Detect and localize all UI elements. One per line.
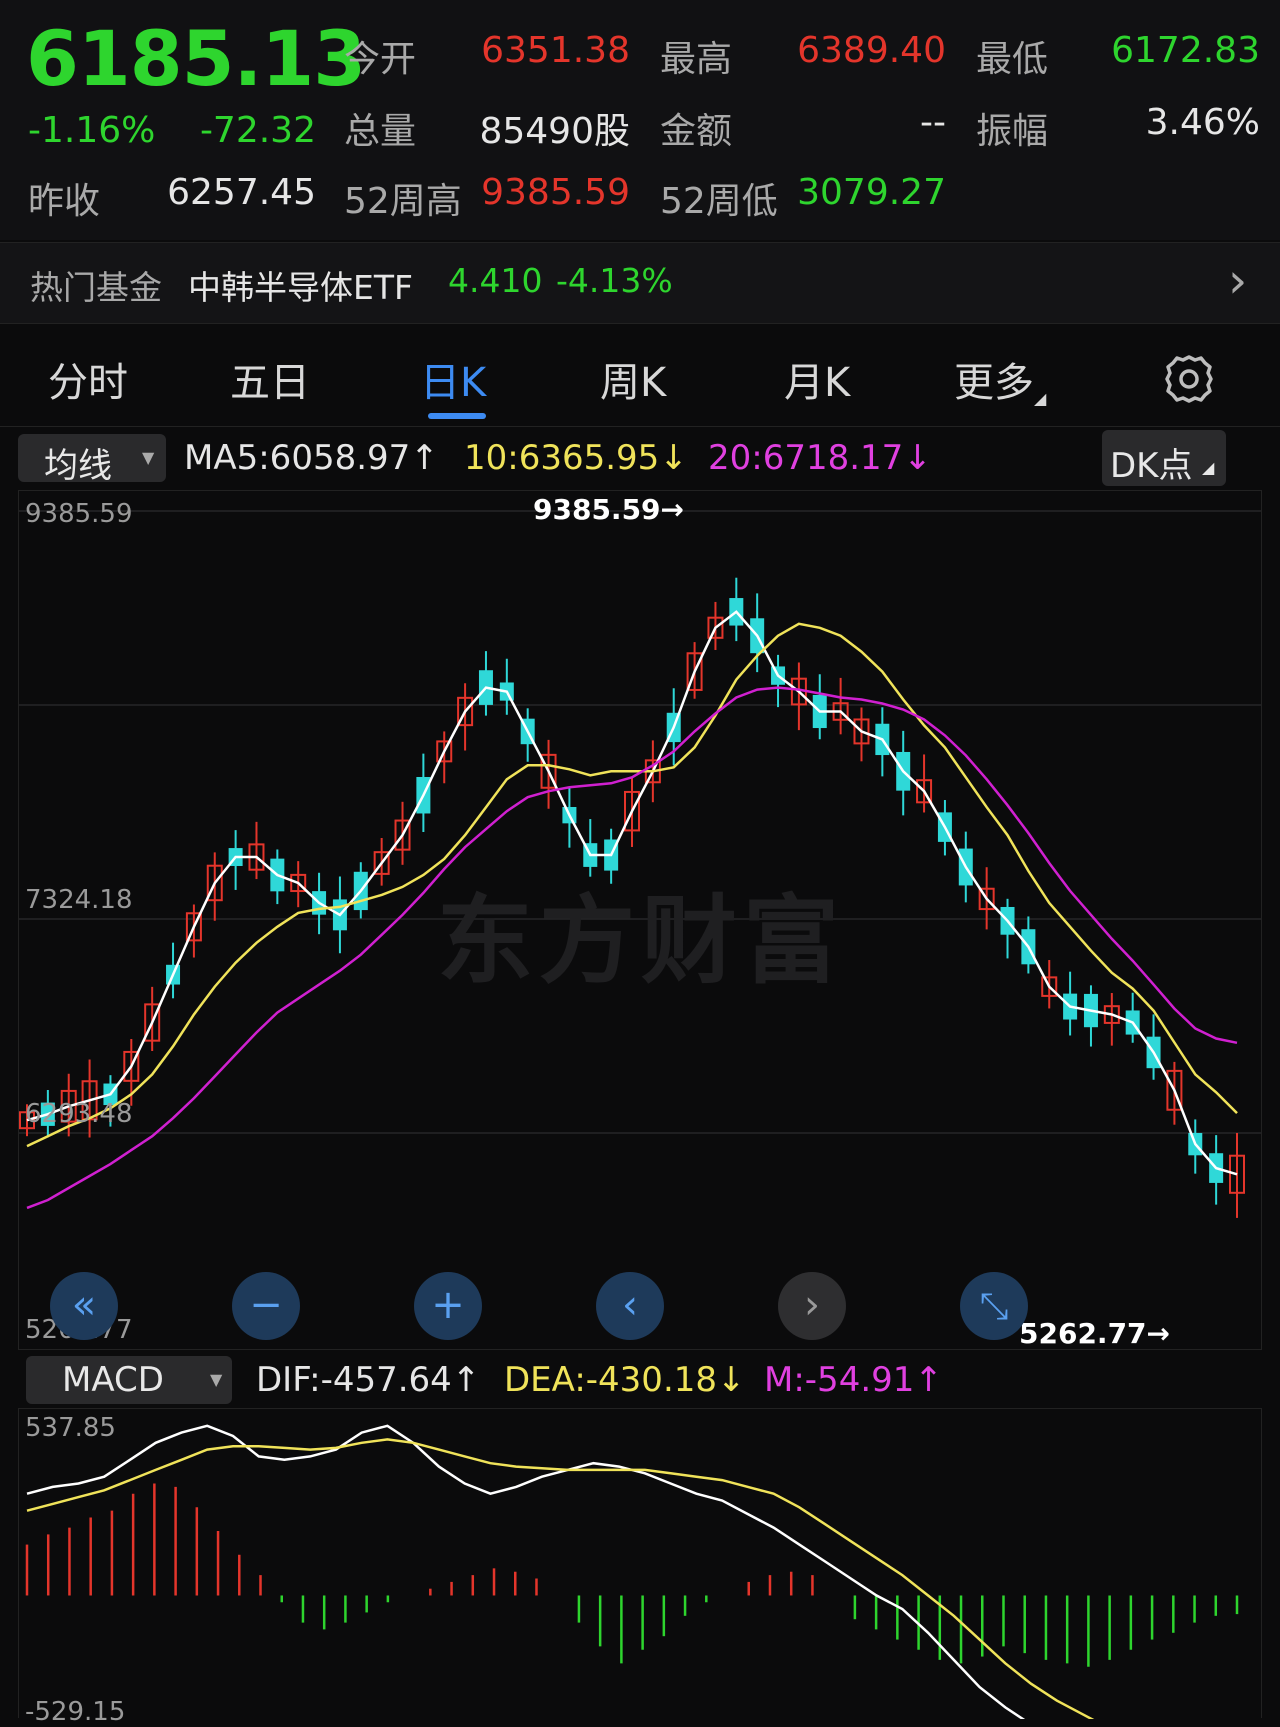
ma5-value: MA5:6058.97↑ [184, 438, 439, 478]
dk-point-label: DK点 [1110, 446, 1193, 486]
volume-value: 85490股 [479, 111, 630, 152]
rewind-button[interactable]: « [50, 1272, 118, 1340]
ma10-value: 10:6365.95↓ [464, 438, 688, 478]
k-axis-mid1: 7324.18 [25, 885, 133, 915]
active-tab-indicator [428, 413, 486, 419]
tab-more[interactable]: 更多◢ [954, 350, 1046, 408]
prev-close-label: 昨收 [28, 181, 101, 222]
change-percent: -1.16% [28, 110, 156, 151]
fullscreen-button[interactable]: ⤡ [960, 1272, 1028, 1340]
hot-fund-name: 中韩半导体ETF [188, 268, 413, 307]
scroll-right-button[interactable]: › [778, 1272, 846, 1340]
tab-daily-k[interactable]: 日K [420, 350, 486, 408]
tab-monthly-k[interactable]: 月K [784, 350, 850, 408]
volume-label: 总量 [344, 111, 417, 152]
macd-m-value: M:-54.91↑ [764, 1360, 943, 1400]
dropdown-triangle-icon: ▼ [142, 448, 155, 467]
period-tabs: 分时 五日 日K 周K 月K 更多◢ [0, 328, 1280, 427]
chevron-right-icon[interactable]: › [1228, 253, 1247, 309]
macd-axis-min: -529.15 [25, 1697, 126, 1727]
dropdown-corner-icon: ◢ [1202, 458, 1215, 477]
chevron-left-icon: ‹ [622, 1282, 638, 1328]
macd-axis-max: 537.85 [25, 1413, 116, 1443]
macd-selector[interactable]: MACD ▼ [26, 1356, 232, 1404]
k-axis-mid2: 6293.48 [25, 1099, 133, 1129]
macd-dif-value: DIF:-457.64↑ [256, 1360, 481, 1400]
low-label: 最低 [976, 39, 1049, 80]
kline-chart-panel[interactable]: 东方财富 9385.59 7324.18 6293.48 5262.77 938… [18, 490, 1262, 1350]
dk-point-button[interactable]: DK点 ◢ [1102, 430, 1226, 486]
watermark: 东方财富 [437, 885, 845, 997]
amount-value: -- [920, 102, 946, 143]
zoom-out-button[interactable]: − [232, 1272, 300, 1340]
double-chevron-left-icon: « [71, 1282, 97, 1328]
macd-chart-panel[interactable]: 537.85 -529.15 [18, 1408, 1262, 1727]
amplitude-label: 振幅 [976, 111, 1049, 152]
tab-intraday[interactable]: 分时 [48, 350, 128, 408]
prev-close-value: 6257.45 [167, 172, 316, 213]
macd-chart[interactable] [19, 1409, 1261, 1719]
plus-icon: + [431, 1282, 465, 1328]
indicator-selector[interactable]: 均线 ▼ [18, 434, 166, 486]
indicator-selector-label: 均线 [44, 446, 112, 486]
max-price-annotation: 9385.59→ [533, 493, 684, 526]
open-label: 今开 [344, 39, 417, 80]
macd-dea-value: DEA:-430.18↓ [504, 1360, 746, 1400]
ma20-value: 20:6718.17↓ [708, 438, 932, 478]
wk52-low-value: 3079.27 [797, 172, 946, 213]
chevron-right-icon: › [804, 1282, 820, 1328]
expand-icon: ⤡ [979, 1286, 1009, 1327]
amount-label: 金额 [660, 111, 733, 152]
change-value: -72.32 [199, 110, 316, 151]
high-label: 最高 [660, 39, 733, 80]
hot-fund-label: 热门基金 [30, 268, 162, 307]
high-value: 6389.40 [797, 30, 946, 71]
wk52-low-label: 52周低 [660, 181, 778, 222]
tab-more-label: 更多 [954, 360, 1034, 406]
amplitude-value: 3.46% [1145, 102, 1260, 143]
min-price-annotation: 5262.77→ [1019, 1317, 1170, 1350]
zoom-in-button[interactable]: + [414, 1272, 482, 1340]
wk52-high-value: 9385.59 [481, 172, 630, 213]
minus-icon: − [249, 1282, 283, 1328]
tab-five-day[interactable]: 五日 [230, 350, 310, 408]
k-axis-max: 9385.59 [25, 499, 133, 529]
dropdown-corner-icon: ◢ [1034, 389, 1047, 408]
macd-selector-label: MACD [62, 1360, 164, 1400]
hot-fund-change: -4.13% [556, 261, 673, 300]
scroll-left-button[interactable]: ‹ [596, 1272, 664, 1340]
tab-weekly-k[interactable]: 周K [600, 350, 666, 408]
dea-line [26, 1438, 1095, 1719]
hot-fund-price: 4.410 [448, 261, 543, 300]
dropdown-triangle-icon: ▼ [210, 1370, 223, 1389]
wk52-high-label: 52周高 [344, 181, 462, 222]
open-value: 6351.38 [481, 30, 630, 71]
low-value: 6172.83 [1111, 30, 1260, 71]
hot-fund-bar[interactable]: 热门基金 中韩半导体ETF 4.410 -4.13% › [0, 242, 1280, 324]
last-price: 6185.13 [26, 14, 366, 103]
quote-panel: 6185.13 -1.16% -72.32 昨收 6257.45 今开 6351… [0, 0, 1280, 240]
settings-gear-icon[interactable] [1162, 352, 1216, 406]
